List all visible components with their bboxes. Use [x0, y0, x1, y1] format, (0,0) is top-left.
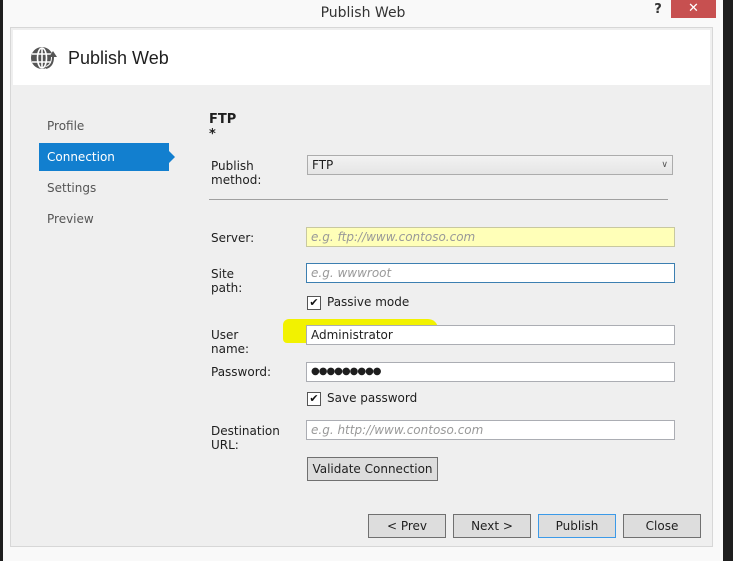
publish-method-value: FTP [312, 158, 334, 172]
password-input[interactable]: ●●●●●●●●● [306, 362, 675, 382]
section-title: FTP * [209, 112, 237, 142]
header-title: Publish Web [68, 48, 169, 68]
passive-mode-label: Passive mode [327, 295, 410, 309]
chevron-down-icon: ∨ [661, 160, 668, 170]
publish-button[interactable]: Publish [538, 514, 616, 538]
next-button[interactable]: Next > [453, 514, 531, 538]
checkmark-icon[interactable]: ✔ [307, 296, 321, 310]
validate-connection-button[interactable]: Validate Connection [307, 457, 438, 481]
checkmark-icon[interactable]: ✔ [307, 392, 321, 406]
wizard-nav: Profile Connection Settings Preview [39, 112, 179, 236]
user-name-label: User name: [211, 328, 250, 356]
title-bar: Publish Web ? ✕ [3, 0, 723, 27]
destination-url-label: Destination URL: [211, 424, 280, 452]
save-password-label: Save password [327, 391, 418, 405]
nav-item-preview[interactable]: Preview [39, 205, 169, 233]
site-path-label: Site path: [211, 267, 243, 295]
window-close-button[interactable]: ✕ [671, 0, 716, 18]
publish-method-label: Publish method: [211, 159, 262, 187]
nav-item-profile[interactable]: Profile [39, 112, 169, 140]
prev-button[interactable]: < Prev [368, 514, 446, 538]
password-label: Password: [211, 365, 272, 379]
user-name-input[interactable]: Administrator [306, 325, 675, 345]
publish-method-select[interactable]: FTP ∨ [307, 155, 673, 175]
window-title: Publish Web [320, 5, 406, 21]
publish-web-dialog: Publish Web ? ✕ Publish Web Profile Conn… [3, 0, 723, 561]
destination-url-input[interactable]: e.g. http://www.contoso.com [306, 420, 675, 440]
dialog-header: Publish Web [13, 30, 710, 85]
server-input[interactable]: e.g. ftp://www.contoso.com [306, 227, 675, 247]
nav-item-connection[interactable]: Connection [39, 143, 175, 171]
server-label: Server: [211, 231, 255, 245]
separator [209, 199, 668, 200]
close-icon: ✕ [688, 1, 699, 16]
help-button[interactable]: ? [651, 1, 665, 21]
close-button[interactable]: Close [623, 514, 701, 538]
dialog-panel: Publish Web Profile Connection Settings … [10, 27, 713, 547]
site-path-input[interactable]: e.g. wwwroot [306, 263, 675, 283]
globe-publish-icon [31, 47, 57, 70]
nav-item-settings[interactable]: Settings [39, 174, 169, 202]
